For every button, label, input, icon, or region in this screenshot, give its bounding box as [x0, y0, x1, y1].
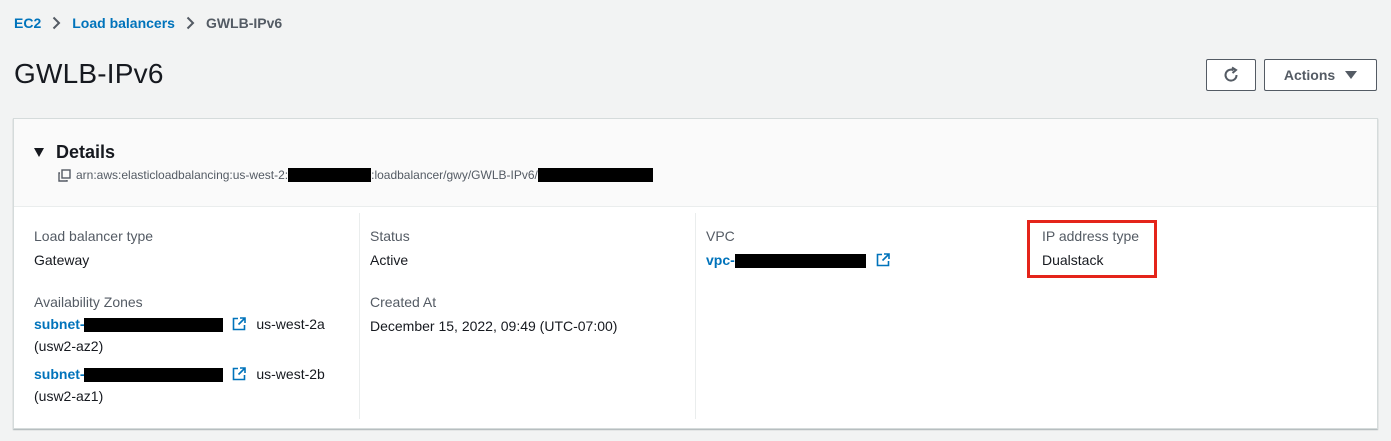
triangle-down-icon[interactable]: [34, 148, 44, 157]
redacted-vpc-id: [734, 254, 866, 269]
external-link-icon[interactable]: [876, 253, 890, 267]
lb-type-value: Gateway: [34, 252, 90, 268]
subnet-zone-id: (usw2-az1): [34, 388, 104, 404]
vpc-link[interactable]: vpc-: [706, 252, 866, 269]
arn-row: arn:aws:elasticloadbalancing:us-west-2: …: [58, 167, 653, 182]
arn-prefix: arn:aws:elasticloadbalancing:us-west-2:: [76, 167, 289, 182]
breadcrumb-ec2[interactable]: EC2: [14, 15, 41, 31]
details-panel: Details arn:aws:elasticloadbalancing:us-…: [13, 118, 1378, 429]
chevron-right-icon: [186, 16, 195, 30]
column-divider: [359, 213, 360, 419]
refresh-icon: [1224, 66, 1238, 82]
created-label: Created At: [370, 294, 437, 310]
breadcrumb: EC2 Load balancers GWLB-IPv6: [14, 15, 282, 31]
az-entry: subnet- us-west-2a (usw2-az2): [34, 315, 354, 355]
created-value: December 15, 2022, 09:49 (UTC-07:00): [370, 318, 618, 334]
refresh-button[interactable]: [1206, 59, 1256, 91]
column-status: Status Active Created At December 15, 20…: [370, 213, 690, 419]
column-divider: [695, 213, 696, 419]
az-entry: subnet- us-west-2b (usw2-az1): [34, 365, 354, 405]
subnet-zone: us-west-2b: [256, 366, 325, 382]
vpc-label: VPC: [706, 228, 735, 244]
subnet-zone-id: (usw2-az2): [34, 338, 104, 354]
redacted-subnet-id: [83, 368, 223, 383]
subnet-link[interactable]: subnet-: [34, 316, 223, 333]
copy-icon[interactable]: [58, 169, 71, 182]
subnet-zone: us-west-2a: [256, 316, 325, 332]
caret-down-icon: [1345, 71, 1358, 79]
redacted-subnet-id: [83, 318, 223, 333]
az-label: Availability Zones: [34, 294, 143, 310]
redacted-account-id: [288, 167, 372, 182]
highlight-annotation-box: [1027, 220, 1157, 278]
page-title: GWLB-IPv6: [14, 58, 164, 89]
external-link-icon[interactable]: [232, 367, 247, 381]
column-vpc: VPC vpc-: [706, 213, 1006, 419]
status-value: Active: [370, 252, 409, 268]
details-header: Details arn:aws:elasticloadbalancing:us-…: [14, 119, 1377, 207]
column-type-az: Load balancer type Gateway Availability …: [34, 213, 354, 419]
breadcrumb-current: GWLB-IPv6: [205, 15, 283, 31]
redacted-lb-id: [537, 167, 653, 182]
breadcrumb-load-balancers[interactable]: Load balancers: [72, 15, 175, 31]
actions-button[interactable]: Actions: [1264, 59, 1377, 91]
arn-middle: :loadbalancer/gwy/GWLB-IPv6/: [371, 167, 538, 182]
details-title[interactable]: Details: [56, 142, 115, 163]
chevron-right-icon: [52, 16, 61, 30]
status-label: Status: [370, 228, 410, 244]
lb-type-label: Load balancer type: [34, 228, 154, 244]
actions-label: Actions: [1283, 67, 1336, 83]
external-link-icon[interactable]: [232, 317, 247, 331]
vpc-value: vpc-: [706, 251, 1006, 269]
subnet-link[interactable]: subnet-: [34, 366, 223, 383]
